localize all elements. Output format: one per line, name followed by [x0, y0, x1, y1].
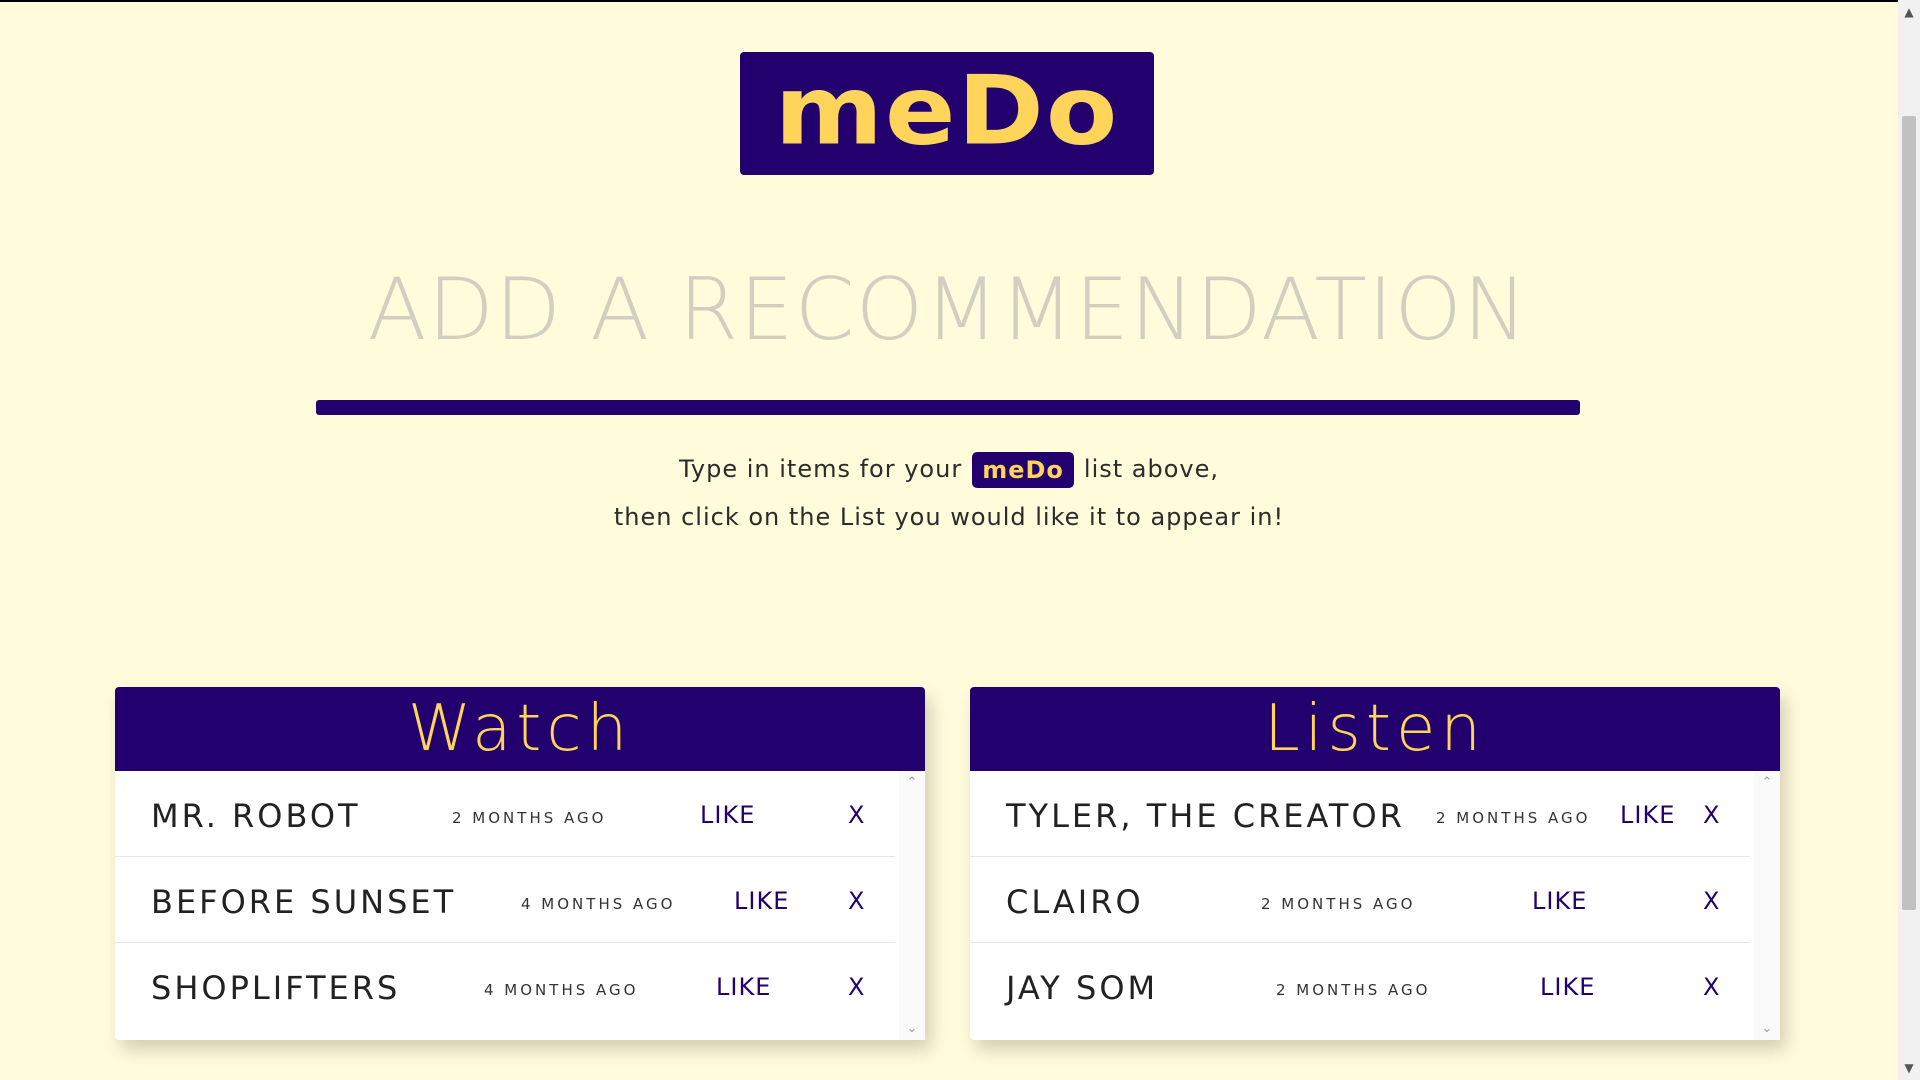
chevron-down-icon[interactable]: ▼: [1898, 1058, 1920, 1078]
item-title: JAY SOM: [1006, 969, 1159, 1007]
listen-list-items: TYLER, THE CREATOR 2 MONTHS AGO LIKE X C…: [970, 771, 1750, 1029]
list-item: CLAIRO 2 MONTHS AGO LIKE X: [970, 857, 1750, 943]
item-timestamp: 2 MONTHS AGO: [452, 809, 607, 827]
item-timestamp: 2 MONTHS AGO: [1436, 809, 1591, 827]
delete-button[interactable]: X: [1703, 801, 1719, 829]
listen-list-card[interactable]: Listen TYLER, THE CREATOR 2 MONTHS AGO L…: [970, 687, 1780, 1040]
inline-medo-logo: meDo: [972, 452, 1074, 488]
watch-list-title: Watch: [407, 692, 633, 766]
instructions-line-1: Type in items for your meDo list above,: [0, 452, 1898, 488]
item-timestamp: 2 MONTHS AGO: [1276, 981, 1431, 999]
item-timestamp: 4 MONTHS AGO: [521, 895, 676, 913]
scrollbar-thumb[interactable]: [1902, 116, 1916, 910]
watch-list-items: MR. ROBOT 2 MONTHS AGO LIKE X BEFORE SUN…: [115, 771, 895, 1029]
input-underline: [316, 400, 1580, 415]
delete-button[interactable]: X: [848, 887, 864, 915]
like-button[interactable]: LIKE: [734, 887, 789, 915]
delete-button[interactable]: X: [848, 973, 864, 1001]
listen-list-title: Listen: [1264, 692, 1486, 766]
delete-button[interactable]: X: [848, 801, 864, 829]
top-border: [0, 0, 1898, 2]
logo-text: meDo: [774, 53, 1120, 166]
watch-list-card[interactable]: Watch MR. ROBOT 2 MONTHS AGO LIKE X BEFO…: [115, 687, 925, 1040]
instructions-text-after: list above,: [1083, 455, 1220, 483]
list-item: SHOPLIFTERS 4 MONTHS AGO LIKE X: [115, 943, 895, 1029]
list-item: BEFORE SUNSET 4 MONTHS AGO LIKE X: [115, 857, 895, 943]
list-item: MR. ROBOT 2 MONTHS AGO LIKE X: [115, 771, 895, 857]
listen-list-header[interactable]: Listen: [970, 687, 1780, 771]
medo-logo: meDo: [740, 52, 1154, 175]
chevron-up-icon[interactable]: ⌃: [899, 775, 925, 790]
delete-button[interactable]: X: [1703, 887, 1719, 915]
recommendation-input[interactable]: [316, 255, 1580, 365]
instructions-text-before: Type in items for your: [678, 455, 963, 483]
item-title: MR. ROBOT: [151, 797, 361, 835]
like-button[interactable]: LIKE: [1532, 887, 1587, 915]
like-button[interactable]: LIKE: [1620, 801, 1675, 829]
instructions-line-2: then click on the List you would like it…: [613, 503, 1285, 531]
item-title: TYLER, THE CREATOR: [1006, 797, 1405, 835]
item-timestamp: 4 MONTHS AGO: [484, 981, 639, 999]
chevron-down-icon[interactable]: ⌄: [899, 1021, 925, 1036]
like-button[interactable]: LIKE: [700, 801, 755, 829]
list-item: TYLER, THE CREATOR 2 MONTHS AGO LIKE X: [970, 771, 1750, 857]
item-title: BEFORE SUNSET: [151, 883, 457, 921]
delete-button[interactable]: X: [1703, 973, 1719, 1001]
chevron-down-icon[interactable]: ⌄: [1754, 1021, 1780, 1036]
like-button[interactable]: LIKE: [716, 973, 771, 1001]
list-item: JAY SOM 2 MONTHS AGO LIKE X: [970, 943, 1750, 1029]
watch-list-scrollbar[interactable]: ⌃ ⌄: [899, 771, 925, 1040]
chevron-up-icon[interactable]: ⌃: [1754, 775, 1780, 790]
listen-list-scrollbar[interactable]: ⌃ ⌄: [1754, 771, 1780, 1040]
page-scrollbar[interactable]: ▲ ▼: [1898, 0, 1920, 1080]
item-title: CLAIRO: [1006, 883, 1144, 921]
watch-list-header[interactable]: Watch: [115, 687, 925, 771]
like-button[interactable]: LIKE: [1540, 973, 1595, 1001]
chevron-up-icon[interactable]: ▲: [1898, 2, 1920, 22]
item-title: SHOPLIFTERS: [151, 969, 401, 1007]
item-timestamp: 2 MONTHS AGO: [1261, 895, 1416, 913]
